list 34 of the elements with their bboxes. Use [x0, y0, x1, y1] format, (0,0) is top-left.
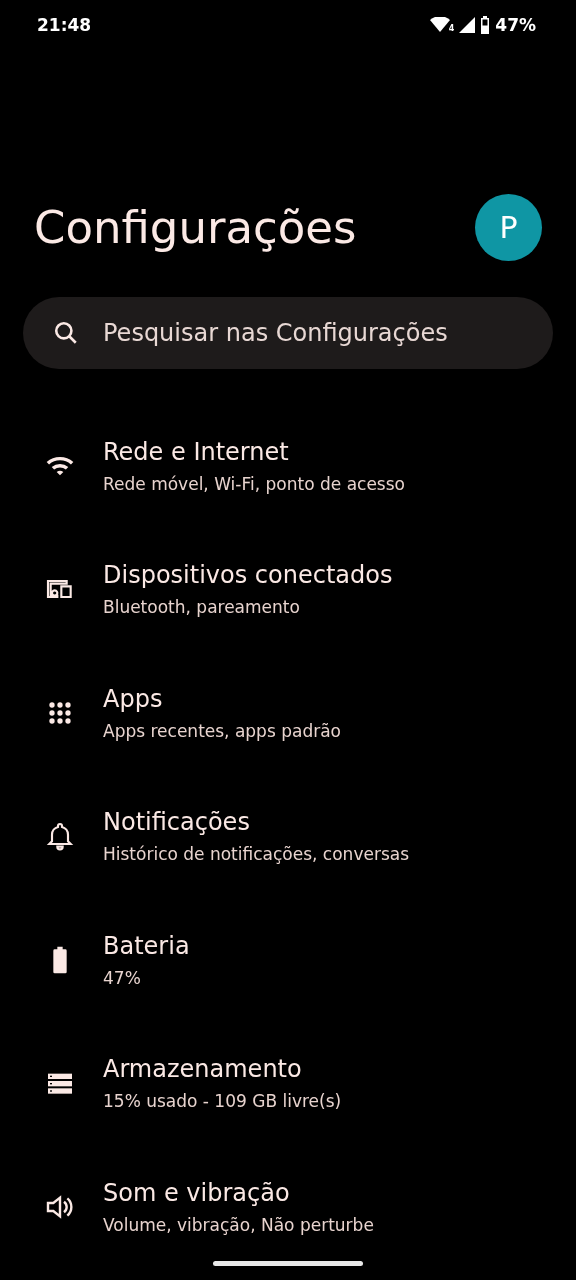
search-input[interactable]: Pesquisar nas Configurações: [101, 318, 523, 348]
page-title: Configurações: [34, 201, 357, 254]
settings-item[interactable]: Dispositivos conectados Bluetooth, pareamento: [0, 534, 576, 658]
item-subtitle: Apps recentes, apps padrão: [103, 720, 341, 741]
gesture-handle[interactable]: [213, 1261, 363, 1266]
profile-avatar[interactable]: P: [475, 194, 542, 261]
battery-percentage: 47%: [495, 15, 536, 35]
item-title: Som e vibração: [103, 1178, 291, 1207]
item-subtitle: 47%: [103, 967, 142, 988]
settings-item[interactable]: Bateria 47%: [0, 905, 576, 1029]
item-title: Armazenamento: [103, 1055, 303, 1084]
settings-item[interactable]: Som e vibração Volume, vibração, Não perturbe: [0, 1152, 576, 1276]
item-subtitle: Volume, vibração, Não perturbe: [103, 1214, 374, 1235]
settings-item[interactable]: Apps Apps recentes, apps padrão: [0, 658, 576, 782]
item-title: Bateria: [103, 931, 190, 960]
item-subtitle: Histórico de notificações, conversas: [103, 844, 410, 865]
search-bar[interactable]: Pesquisar nas Configurações: [23, 297, 553, 369]
settings-item[interactable]: Armazenamento 15% usado - 109 GB livre(s): [0, 1028, 576, 1152]
status-time: 21:48: [37, 15, 92, 35]
settings-item[interactable]: Rede e Internet Rede móvel, Wi-Fi, ponto de acesso: [0, 411, 576, 535]
network-type-label: 4: [448, 24, 455, 33]
item-title: Rede e Internet: [103, 437, 290, 466]
item-title: Dispositivos conectados: [103, 561, 393, 590]
item-title: Apps: [103, 684, 164, 713]
item-title: Notificações: [103, 808, 251, 837]
cell-signal-icon: [459, 17, 476, 33]
item-subtitle: Rede móvel, Wi-Fi, ponto de acesso: [103, 473, 405, 494]
search-icon: [53, 320, 79, 346]
item-subtitle: 15% usado - 109 GB livre(s): [103, 1091, 342, 1112]
item-subtitle: Bluetooth, pareamento: [103, 597, 301, 618]
wifi-signal-icon: [429, 17, 450, 33]
settings-item[interactable]: Notificações Histórico de notificações, conversas: [0, 781, 576, 905]
battery-status-icon: [480, 16, 491, 34]
bell-icon: [44, 820, 76, 853]
